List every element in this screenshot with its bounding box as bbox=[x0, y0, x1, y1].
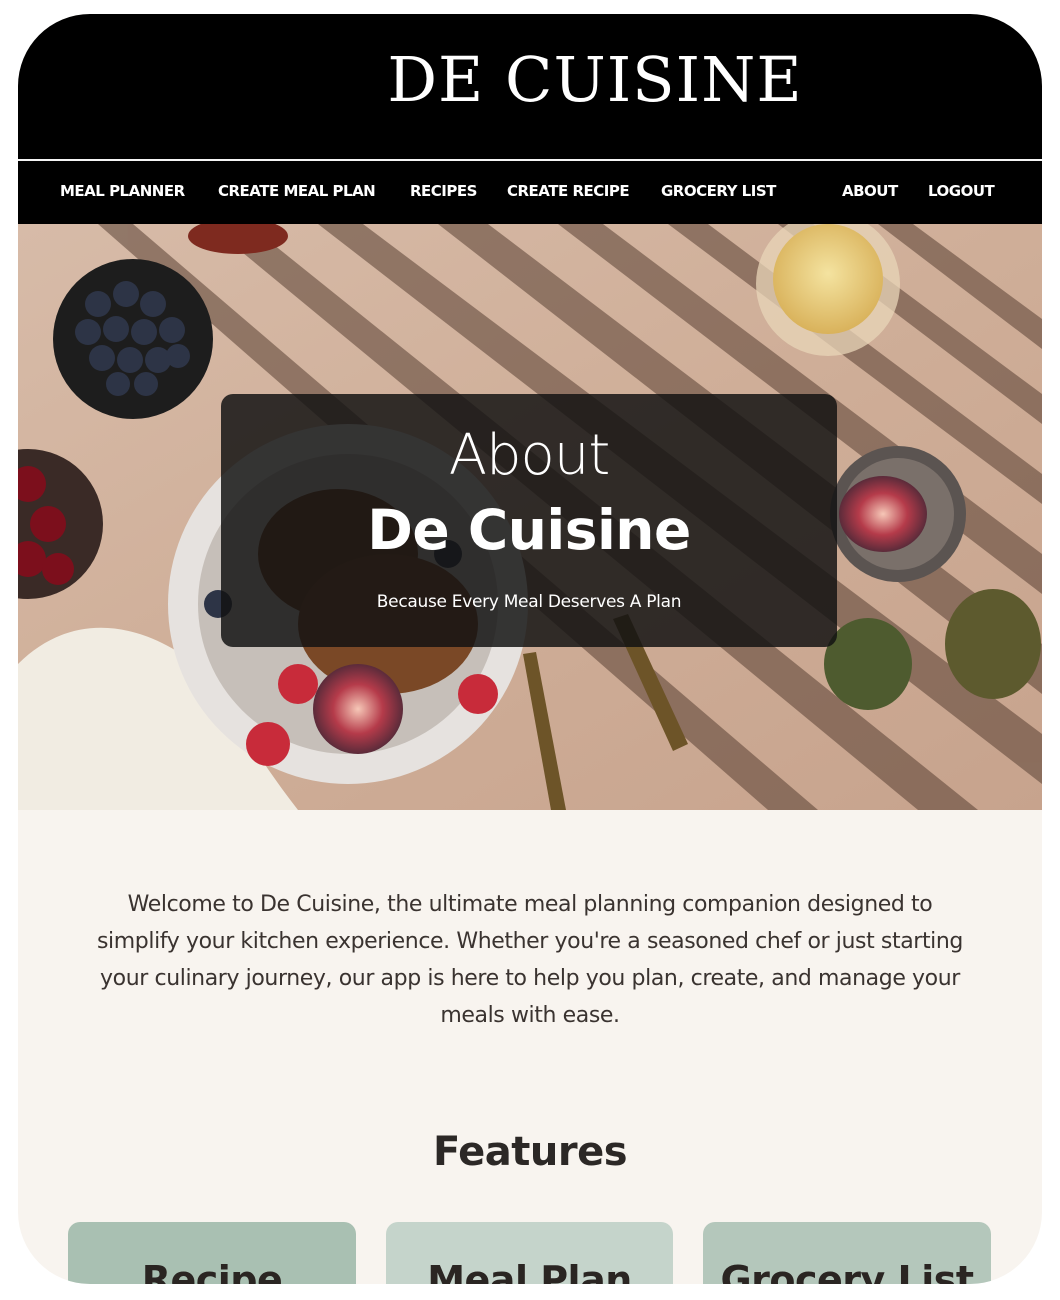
features-heading: Features bbox=[432, 1129, 628, 1175]
feature-card-recipe[interactable]: Recipe bbox=[68, 1222, 356, 1284]
feature-card-label: Recipe bbox=[141, 1258, 283, 1284]
brand-logo[interactable]: DE CUISINE bbox=[18, 42, 1042, 118]
feature-card-meal-plan[interactable]: Meal Plan bbox=[386, 1222, 673, 1284]
hero-card: About De Cuisine Because Every Meal Dese… bbox=[221, 394, 837, 647]
nav-logout[interactable]: LOGOUT bbox=[928, 161, 995, 224]
intro-paragraph: Welcome to De Cuisine, the ultimate meal… bbox=[97, 892, 963, 1028]
brand-header: DE CUISINE bbox=[18, 14, 1042, 159]
feature-card-label: Meal Plan bbox=[427, 1258, 632, 1284]
hero-subtitle: Because Every Meal Deserves A Plan bbox=[376, 592, 682, 612]
main-nav: MEAL PLANNER CREATE MEAL PLAN RECIPES CR… bbox=[18, 161, 1042, 224]
hero-about-heading: About bbox=[448, 423, 611, 488]
nav-create-recipe[interactable]: CREATE RECIPE bbox=[507, 161, 630, 224]
nav-meal-planner[interactable]: MEAL PLANNER bbox=[60, 161, 185, 224]
hero-banner: About De Cuisine Because Every Meal Dese… bbox=[18, 224, 1042, 810]
feature-card-label: Grocery List bbox=[720, 1258, 974, 1284]
feature-card-grocery-list[interactable]: Grocery List bbox=[703, 1222, 991, 1284]
nav-about[interactable]: ABOUT bbox=[842, 161, 898, 224]
nav-grocery-list[interactable]: GROCERY LIST bbox=[661, 161, 776, 224]
nav-create-meal-plan[interactable]: CREATE MEAL PLAN bbox=[218, 161, 376, 224]
nav-recipes[interactable]: RECIPES bbox=[410, 161, 477, 224]
hero-title: De Cuisine bbox=[367, 498, 691, 562]
app-frame: DE CUISINE MEAL PLANNER CREATE MEAL PLAN… bbox=[18, 14, 1042, 1284]
